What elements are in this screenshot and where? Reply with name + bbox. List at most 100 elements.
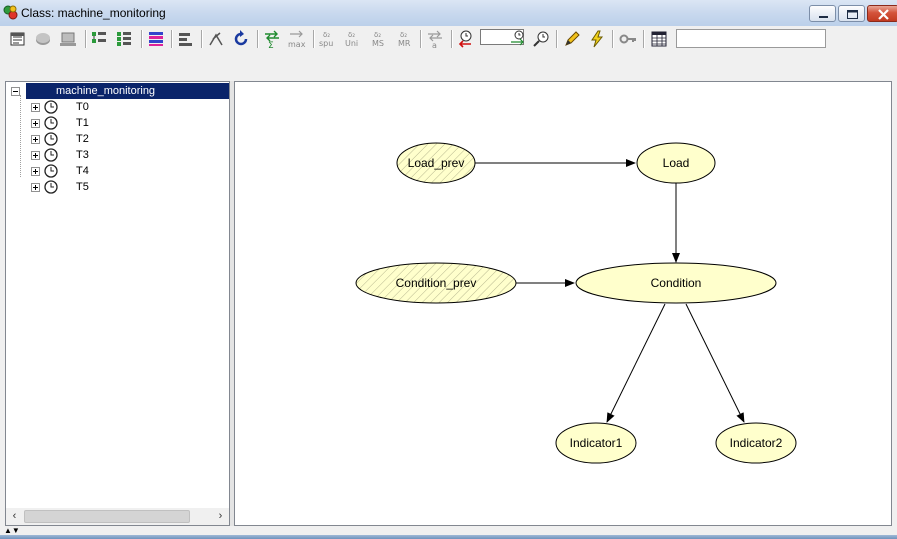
- clock-back-icon: [458, 30, 472, 48]
- table-button[interactable]: [649, 29, 669, 49]
- ms-button[interactable]: δ₂ MS: [369, 29, 389, 49]
- key-icon: [619, 34, 636, 44]
- spu-icon: δ₂spu: [319, 31, 333, 48]
- node-label: Indicator1: [570, 436, 623, 450]
- tree-item-label: T1: [76, 117, 89, 129]
- color-bars-icon: [149, 32, 163, 46]
- edge-condition-to-indicator1[interactable]: [606, 303, 666, 423]
- toolbar-separator: [313, 30, 314, 48]
- color-bars-button[interactable]: [146, 29, 166, 49]
- ms-icon: δ₂MS: [372, 31, 384, 48]
- node-load[interactable]: Load: [636, 142, 716, 184]
- tree-item-label: T5: [76, 181, 89, 193]
- edit-button[interactable]: [562, 29, 582, 49]
- tree-item-t0[interactable]: T0: [6, 99, 229, 115]
- network-canvas[interactable]: Load_prev Load Condition_prev Condition …: [234, 81, 892, 526]
- svg-text:spu: spu: [319, 39, 333, 48]
- toolbar-separator: [141, 30, 142, 48]
- time-steps-field[interactable]: [480, 29, 524, 46]
- tree-item-t4[interactable]: T4: [6, 163, 229, 179]
- disk-icon: [36, 33, 50, 45]
- node-condition-prev[interactable]: Condition_prev: [355, 262, 517, 304]
- node-grid-button[interactable]: [115, 29, 135, 49]
- refresh-icon: [234, 30, 248, 46]
- tree-item-t5[interactable]: T5: [6, 179, 229, 195]
- mr-button[interactable]: δ₂ MR: [395, 29, 415, 49]
- expand-toggle[interactable]: [31, 151, 40, 160]
- tree-horizontal-scrollbar[interactable]: ‹ ›: [6, 508, 229, 525]
- layout-icon: [209, 32, 223, 46]
- expand-toggle[interactable]: [31, 119, 40, 128]
- layout-button[interactable]: [206, 29, 226, 49]
- node-list-button[interactable]: [90, 29, 110, 49]
- node-condition[interactable]: Condition: [575, 262, 777, 304]
- node-label: Condition_prev: [396, 276, 477, 290]
- toolbar-separator: [643, 30, 644, 48]
- node-label: Indicator2: [730, 436, 783, 450]
- arrow-a-button[interactable]: a: [425, 29, 445, 49]
- tree-root-row[interactable]: machine_monitoring: [6, 82, 229, 99]
- maximize-button[interactable]: [838, 5, 865, 22]
- window-title: Class: machine_monitoring: [21, 6, 166, 20]
- clock-zoom-icon: [533, 31, 549, 47]
- svg-text:max: max: [288, 40, 306, 49]
- tree-item-label: T0: [76, 101, 89, 113]
- node-grid-icon: [117, 32, 131, 46]
- search-input[interactable]: [676, 29, 826, 48]
- disk-button[interactable]: [33, 29, 53, 49]
- tree-item-label: T4: [76, 165, 89, 177]
- taskbar-edge: [0, 535, 897, 539]
- tree-item-t1[interactable]: T1: [6, 115, 229, 131]
- svg-text:a: a: [432, 41, 437, 49]
- expand-toggle[interactable]: [31, 167, 40, 176]
- align-button[interactable]: [176, 29, 196, 49]
- edge-condition-to-indicator2[interactable]: [685, 303, 745, 423]
- mr-icon: δ₂MR: [398, 31, 411, 48]
- svg-text:MR: MR: [398, 39, 411, 48]
- sum-propagate-button[interactable]: Σ: [262, 29, 282, 49]
- properties-button[interactable]: [8, 29, 28, 49]
- tree-item-t2[interactable]: T2: [6, 131, 229, 147]
- expand-toggle[interactable]: [31, 135, 40, 144]
- key-button[interactable]: [618, 29, 638, 49]
- toolbar-separator: [201, 30, 202, 48]
- max-propagate-icon: max: [288, 30, 306, 49]
- compile-button[interactable]: [231, 29, 251, 49]
- close-button[interactable]: [867, 5, 897, 22]
- scrollbar-thumb[interactable]: [24, 510, 190, 523]
- tree-root-label[interactable]: machine_monitoring: [26, 83, 229, 99]
- svg-text:δ₂: δ₂: [374, 31, 381, 39]
- svg-text:δ₂: δ₂: [400, 31, 407, 39]
- scroll-right-icon[interactable]: ›: [212, 508, 229, 525]
- time-back-button[interactable]: [456, 29, 476, 49]
- svg-text:δ₂: δ₂: [323, 31, 330, 39]
- node-indicator1[interactable]: Indicator1: [555, 422, 637, 464]
- node-indicator2[interactable]: Indicator2: [715, 422, 797, 464]
- tree-item-label: T2: [76, 133, 89, 145]
- spu-button[interactable]: δ₂ spu: [318, 29, 338, 49]
- tree-item-t3[interactable]: T3: [6, 147, 229, 163]
- tree-item-label: T3: [76, 149, 89, 161]
- node-label: Condition: [651, 276, 702, 290]
- collapse-toggle[interactable]: [11, 87, 20, 96]
- minimize-button[interactable]: [809, 5, 836, 22]
- computer-button[interactable]: [58, 29, 78, 49]
- run-button[interactable]: [587, 29, 607, 49]
- toolbar-separator: [612, 30, 613, 48]
- expand-toggle[interactable]: [31, 183, 40, 192]
- uni-button[interactable]: δ₂ Uni: [343, 29, 363, 49]
- computer-icon: [60, 32, 76, 46]
- node-load-prev[interactable]: Load_prev: [396, 142, 476, 184]
- toolbar-separator: [420, 30, 421, 48]
- node-list-icon: [92, 32, 106, 43]
- pane-resize-icon[interactable]: ▲▼: [4, 526, 20, 535]
- max-propagate-button[interactable]: max: [287, 29, 307, 49]
- node-label: Load: [663, 156, 690, 170]
- toolbar: Σ max δ₂ spu δ₂ Uni δ₂ MS δ₂ MR a: [0, 26, 897, 80]
- svg-text:MS: MS: [372, 39, 384, 48]
- arrow-a-icon: a: [428, 30, 442, 49]
- expand-toggle[interactable]: [31, 103, 40, 112]
- svg-text:Uni: Uni: [345, 39, 358, 48]
- scroll-left-icon[interactable]: ‹: [6, 508, 23, 525]
- time-zoom-button[interactable]: [531, 29, 551, 49]
